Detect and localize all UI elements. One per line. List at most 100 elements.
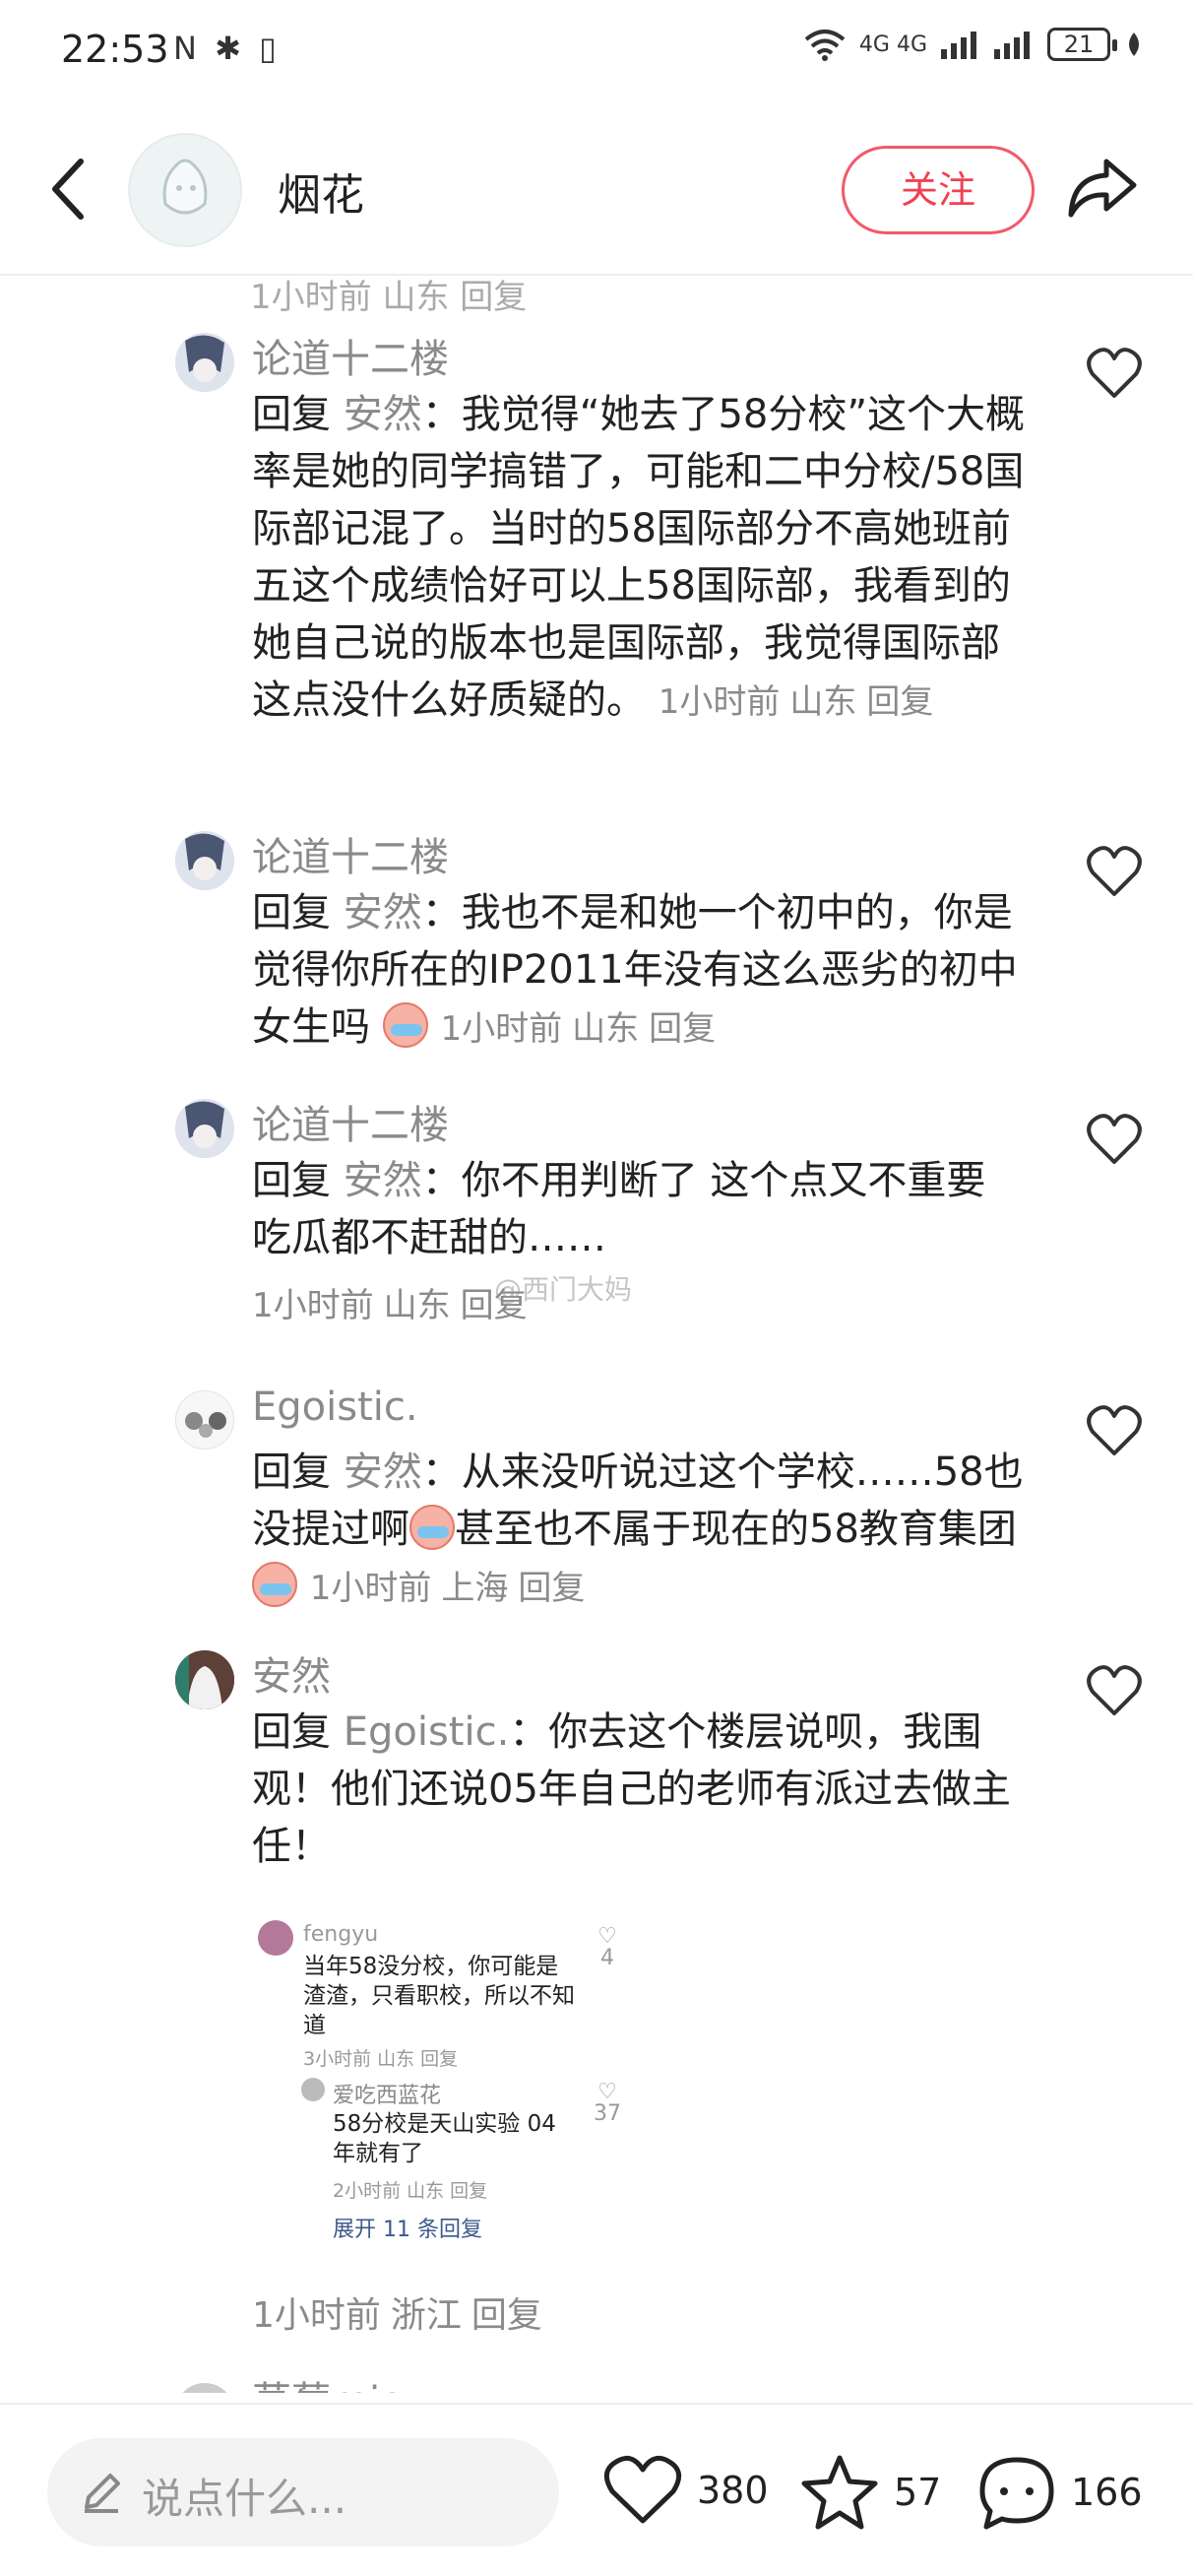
reply-target[interactable]: 安然 <box>344 1449 422 1495</box>
avatar[interactable] <box>175 831 234 890</box>
avatar[interactable] <box>175 1650 234 1709</box>
embedded-like-count: 37 <box>594 2101 621 2126</box>
comment-body: 回复 Egoistic.：你去这个楼层说呗，我围观！他们还说05年自己的老师有派… <box>252 1704 1030 1875</box>
embedded-text: 58分校是天山实验 04年就有了 <box>333 2111 556 2166</box>
expand-replies-link: 展开 11 条回复 <box>333 2218 482 2242</box>
star-icon <box>801 2455 878 2530</box>
top-nav: 烟花 关注 <box>0 128 1193 276</box>
embedded-text: 当年58没分校，你可能是渣渣，只看职校，所以不知道 <box>303 1954 575 2038</box>
network-label: 4G 4G <box>858 32 927 57</box>
comment-time: 1小时前 <box>252 1286 374 1325</box>
reply-target[interactable]: 安然 <box>344 392 422 437</box>
chevron-left-icon <box>52 159 84 220</box>
like-button[interactable] <box>1086 1664 1143 1717</box>
comment-meta: 1小时前 浙江 回复 <box>252 2286 552 2338</box>
reply-target[interactable]: Egoistic. <box>344 1709 510 1755</box>
watermark: @西门大妈 <box>494 1273 633 1306</box>
crying-emoji-icon <box>409 1505 455 1550</box>
anime-avatar-icon <box>175 333 234 392</box>
comment-username[interactable]: 草莓mio <box>252 2369 405 2393</box>
comment-stat[interactable]: 166 <box>976 2454 1143 2531</box>
signal-icon-2 <box>994 32 1030 59</box>
follow-button[interactable]: 关注 <box>842 146 1035 234</box>
pencil-icon <box>85 2474 120 2513</box>
wifi-icon <box>804 30 846 61</box>
heart-icon <box>1087 1405 1142 1455</box>
status-right: 4G 4G 21 <box>804 28 1144 61</box>
comment-username[interactable]: 论道十二楼 <box>252 1093 449 1150</box>
avatar-doodle-icon <box>162 159 208 215</box>
comment-thread: 1小时前 山东 回复 论道十二楼 回复 安然：我觉得“她去了58分校”这个大概率… <box>0 278 1193 2393</box>
cartoon-avatar-icon <box>176 1391 233 1449</box>
battery-icon: 21 <box>1047 28 1117 61</box>
author-name[interactable]: 烟花 <box>278 160 364 223</box>
comment-body: 回复 安然：你不用判断了 这个点又不重要 吃瓜都不赶甜的…… <box>252 1152 1030 1266</box>
like-stat[interactable]: 380 <box>602 2454 769 2527</box>
favorite-stat[interactable]: 57 <box>799 2454 941 2531</box>
comment-username[interactable]: Egoistic. <box>252 1385 418 1430</box>
anime-avatar-icon <box>175 1099 234 1158</box>
avatar <box>258 1920 293 1956</box>
reply-keyword: 回复 <box>252 890 331 935</box>
crying-emoji-icon <box>252 1562 297 1607</box>
reply-button[interactable]: 回复 <box>471 2295 542 2336</box>
comment-username[interactable]: 论道十二楼 <box>252 327 449 384</box>
avatar[interactable] <box>175 333 234 392</box>
embedded-like-count: 4 <box>600 1946 614 1970</box>
signal-icon <box>941 32 976 59</box>
avatar[interactable] <box>175 1390 234 1449</box>
comment-body: 回复 安然：从来没听说过这个学校……58也没提过啊 甚至也不属于现在的58教育集团… <box>252 1444 1030 1617</box>
embedded-username: fengyu <box>303 1922 379 1947</box>
like-button[interactable] <box>1086 1113 1143 1166</box>
embedded-meta: 3小时前 山东 回复 <box>303 2048 459 2070</box>
avatar[interactable] <box>175 2383 234 2393</box>
back-button[interactable] <box>39 158 98 236</box>
embedded-screenshot[interactable]: fengyu 当年58没分校，你可能是渣渣，只看职校，所以不知道 3小时前 山东… <box>252 1912 646 2247</box>
comment-time: 1小时前 <box>309 1569 432 1608</box>
avatar[interactable] <box>175 1099 234 1158</box>
like-count: 380 <box>697 2469 769 2512</box>
embedded-like: ♡ 4 <box>597 1924 617 1970</box>
share-button[interactable] <box>1063 148 1142 226</box>
reply-button[interactable]: 回复 <box>866 682 933 722</box>
reply-keyword: 回复 <box>252 1709 331 1755</box>
reply-keyword: 回复 <box>252 1158 331 1203</box>
crying-emoji-icon <box>382 1002 428 1048</box>
comment-body: 回复 安然：我觉得“她去了58分校”这个大概率是她的同学搞错了，可能和二中分校/… <box>252 386 1030 731</box>
comment-username[interactable]: 安然 <box>252 1644 331 1702</box>
reply-button[interactable]: 回复 <box>518 1569 585 1608</box>
reply-button[interactable]: 回复 <box>649 1009 716 1049</box>
comment-meta: 1小时前 山东 回复 <box>440 1009 725 1049</box>
reply-target[interactable]: 安然 <box>344 1158 422 1203</box>
like-button[interactable] <box>1086 1404 1143 1457</box>
bottom-action-bar: 说点什么... 380 57 166 <box>0 2403 1193 2576</box>
heart-icon <box>1087 846 1142 896</box>
comment-meta: 1小时前 上海 回复 <box>310 1569 596 1608</box>
comment-text: ：我觉得“她去了58分校”这个大概率是她的同学搞错了，可能和二中分校/58国际部… <box>252 392 1026 723</box>
comment-text-continued: 甚至也不属于现在的58教育集团 <box>455 1507 1017 1552</box>
share-arrow-icon <box>1068 159 1137 218</box>
embedded-meta: 2小时前 山东 回复 <box>333 2180 488 2202</box>
author-avatar[interactable] <box>128 133 242 247</box>
like-button[interactable] <box>1086 347 1143 400</box>
comment-location: 上海 <box>441 1569 509 1608</box>
heart-icon <box>1087 1114 1142 1164</box>
system-icons: N ✱ ▯ <box>173 30 281 67</box>
comment-input[interactable]: 说点什么... <box>47 2438 559 2546</box>
heart-icon <box>1087 348 1142 398</box>
heart-icon <box>1087 1665 1142 1715</box>
comment-location: 山东 <box>789 682 857 722</box>
comment-time: 1小时前 <box>440 1009 563 1049</box>
leaf-icon <box>1129 32 1139 56</box>
avatar <box>301 2078 325 2101</box>
reply-target[interactable]: 安然 <box>344 890 422 935</box>
comment-body: 回复 安然：我也不是和她一个初中的，你是觉得你所在的IP2011年没有这么恶劣的… <box>252 884 1030 1058</box>
embedded-username: 爱吃西蓝花 <box>333 2084 442 2108</box>
comment-location: 山东 <box>383 1286 451 1325</box>
comment-meta: 1小时前 山东 回复 <box>659 682 944 722</box>
comment-location: 山东 <box>572 1009 640 1049</box>
comment-count: 166 <box>1071 2471 1143 2514</box>
comment-username[interactable]: 论道十二楼 <box>252 825 449 882</box>
like-button[interactable] <box>1086 845 1143 898</box>
favorite-count: 57 <box>894 2471 942 2514</box>
